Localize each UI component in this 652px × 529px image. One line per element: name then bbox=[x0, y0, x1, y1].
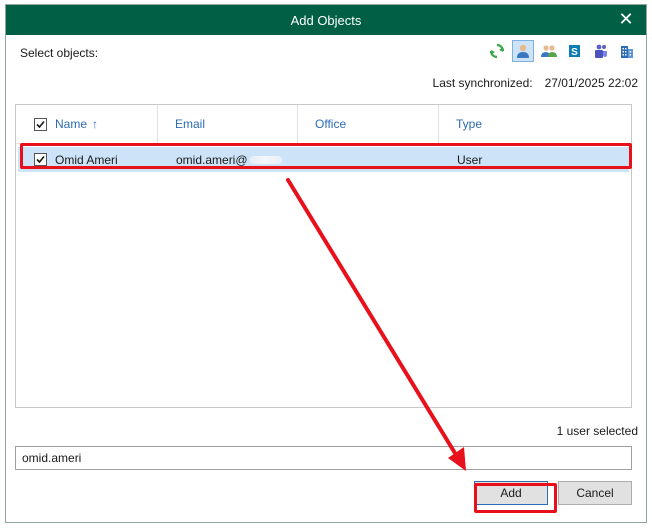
selection-count: 1 user selected bbox=[556, 424, 638, 438]
sync-status: Last synchronized: 27/01/2025 22:02 bbox=[433, 76, 638, 90]
title-bar: Add Objects ✕ bbox=[6, 5, 646, 35]
column-label-email: Email bbox=[175, 117, 206, 131]
row-type-cell: User bbox=[441, 147, 629, 172]
user-icon[interactable] bbox=[512, 40, 534, 62]
grid-header: Name ↑ Email Office Type bbox=[16, 105, 631, 144]
organization-icon[interactable] bbox=[616, 40, 638, 62]
row-office-cell bbox=[300, 147, 441, 172]
sync-label: Last synchronized: bbox=[432, 76, 533, 90]
row-name: Omid Ameri bbox=[55, 152, 118, 167]
group-icon[interactable] bbox=[538, 40, 560, 62]
sync-timestamp: 27/01/2025 22:02 bbox=[544, 76, 638, 90]
sort-ascending-icon: ↑ bbox=[92, 117, 99, 131]
email-redacted-blur bbox=[249, 155, 282, 164]
add-button[interactable]: Add bbox=[474, 481, 548, 505]
row-checkbox[interactable] bbox=[34, 153, 47, 166]
column-label-type: Type bbox=[456, 117, 483, 131]
row-email-cell: omid.ameri@ bbox=[160, 147, 300, 172]
sharepoint-icon[interactable]: S bbox=[564, 40, 586, 62]
table-row[interactable]: Omid Ameri omid.ameri@ User bbox=[18, 147, 629, 172]
svg-text:S: S bbox=[571, 47, 578, 58]
object-type-toolbar: S bbox=[486, 40, 638, 62]
column-header-type[interactable]: Type bbox=[439, 105, 631, 143]
teams-icon[interactable] bbox=[590, 40, 612, 62]
row-type: User bbox=[457, 152, 483, 167]
column-header-office[interactable]: Office bbox=[298, 105, 439, 143]
row-name-cell: Omid Ameri bbox=[18, 147, 160, 172]
column-header-email[interactable]: Email bbox=[158, 105, 298, 143]
search-input[interactable] bbox=[15, 446, 632, 470]
select-objects-label: Select objects: bbox=[20, 46, 99, 60]
close-icon[interactable]: ✕ bbox=[616, 9, 636, 29]
column-label-name: Name bbox=[55, 117, 88, 131]
dialog-title: Add Objects bbox=[290, 12, 362, 28]
column-label-office: Office bbox=[315, 117, 347, 131]
row-email: omid.ameri@ bbox=[176, 152, 248, 167]
cancel-button[interactable]: Cancel bbox=[558, 481, 632, 505]
objects-grid: Name ↑ Email Office Type Omid Ameri omid… bbox=[15, 104, 632, 408]
column-header-name[interactable]: Name ↑ bbox=[16, 105, 158, 143]
select-all-checkbox[interactable] bbox=[34, 117, 47, 131]
refresh-icon[interactable] bbox=[486, 40, 508, 62]
